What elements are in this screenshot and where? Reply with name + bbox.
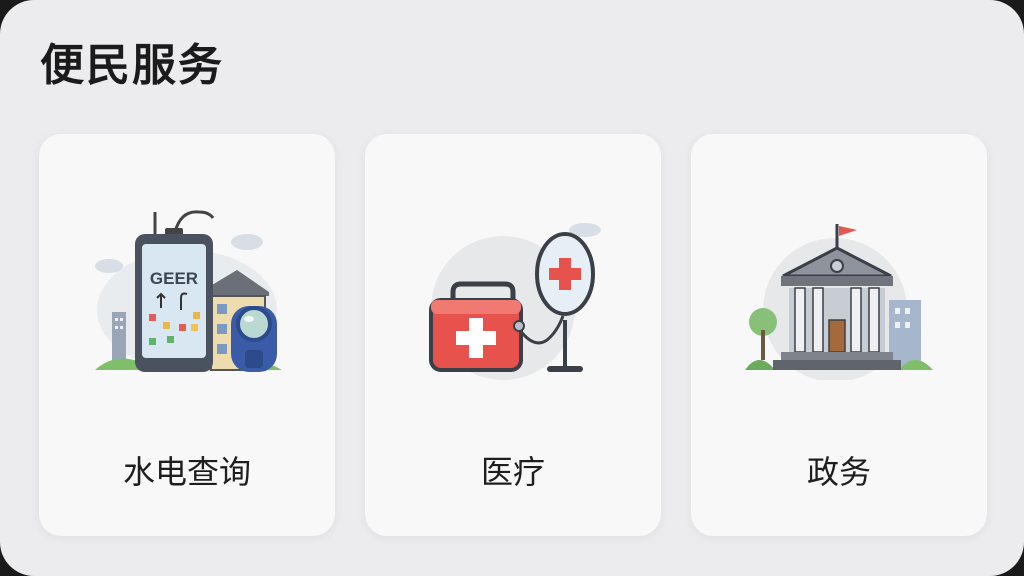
medical-label: 医疗 <box>480 453 545 491</box>
government-affairs-card[interactable]: 政务 <box>691 134 987 536</box>
government-affairs-label: 政务 <box>806 453 871 491</box>
utility-query-label: 水电查询 <box>122 453 251 491</box>
services-panel: 便民服务 GEER 水电查询 医疗 政务 <box>0 0 1024 576</box>
medical-kit-icon <box>429 223 601 380</box>
government-building-icon <box>745 224 933 380</box>
utility-meter-icon: GEER <box>95 210 282 372</box>
medical-card[interactable]: 医疗 <box>365 134 661 536</box>
section-title: 便民服务 <box>40 40 224 91</box>
meter-screen-text: GEER <box>150 269 198 288</box>
utility-query-card[interactable]: GEER 水电查询 <box>39 134 335 536</box>
